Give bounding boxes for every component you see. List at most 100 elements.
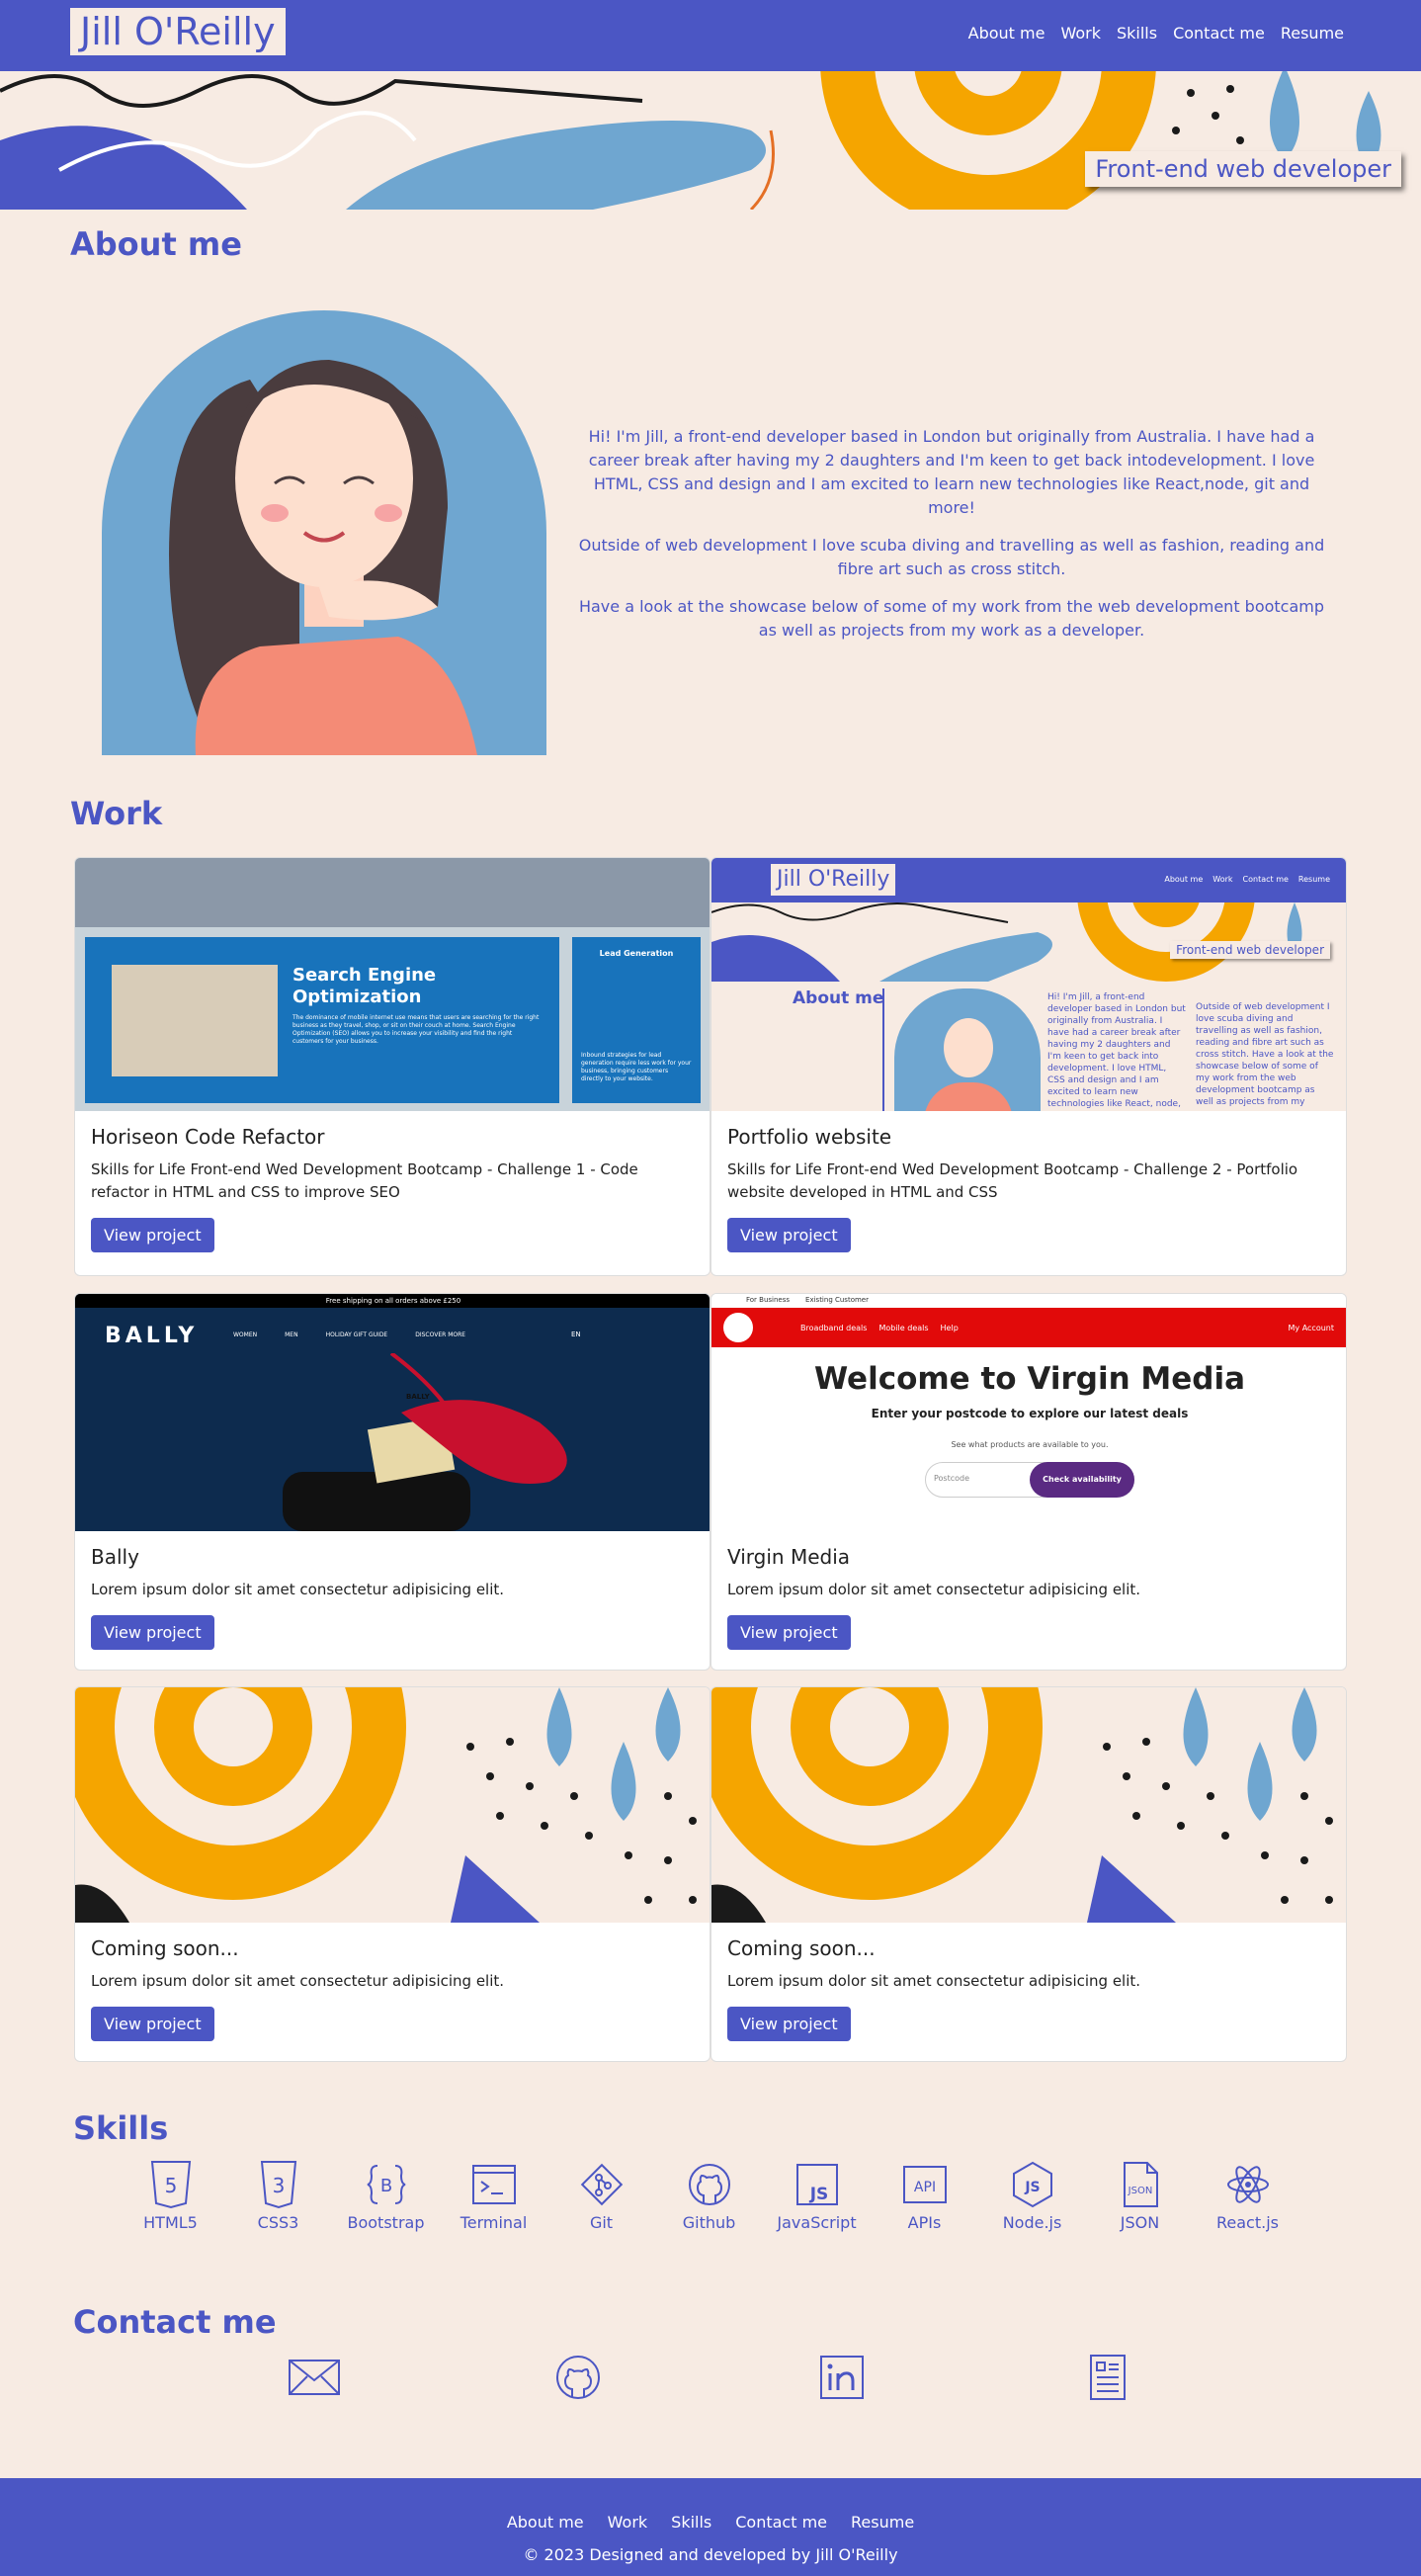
svg-text:3: 3: [272, 2174, 285, 2197]
skill-css3: 3 CSS3: [224, 2160, 332, 2232]
hero-pattern: [0, 71, 1421, 210]
github-icon: [688, 2164, 730, 2205]
skill-json: JSON JSON: [1086, 2160, 1194, 2232]
svg-text:JS: JS: [1024, 2180, 1040, 2195]
skill-label: Terminal: [460, 2213, 528, 2232]
nav-link-contact[interactable]: Contact me: [1173, 24, 1265, 43]
thumb-brand: Jill O'Reilly: [771, 864, 896, 896]
project-title: Bally: [91, 1545, 139, 1569]
nav-link-work[interactable]: Work: [1060, 24, 1101, 43]
email-icon[interactable]: [288, 2355, 341, 2400]
footer-link-skills[interactable]: Skills: [671, 2513, 711, 2532]
virgin-subhead: Enter your postcode to explore our lates…: [871, 1407, 1189, 1420]
about-heading: About me: [70, 225, 242, 263]
project-thumbnail-bally[interactable]: Free shipping on all orders above £250 B…: [75, 1294, 710, 1531]
thumb-nav: About me Work Contact me Resume: [1164, 875, 1330, 884]
thumb-text-1: Hi! I'm Jill, a front-end developer base…: [1047, 992, 1186, 1109]
nav-link-resume[interactable]: Resume: [1281, 24, 1344, 43]
virgin-menu: Broadband deals Mobile deals Help: [800, 1324, 959, 1332]
project-card-coming-soon-1: Coming soon... Lorem ipsum dolor sit ame…: [74, 1686, 710, 2062]
project-description: Skills for Life Front-end Wed Developmen…: [91, 1160, 638, 1201]
html5-icon: 5: [150, 2161, 191, 2209]
view-project-button[interactable]: View project: [727, 2007, 851, 2041]
project-thumbnail-horiseon[interactable]: Search Engine Optimization The dominance…: [75, 858, 710, 1111]
project-thumbnail-coming-soon-1[interactable]: [75, 1687, 710, 1923]
about-paragraph-1: Hi! I'm Jill, a front-end developer base…: [588, 427, 1315, 517]
view-project-button[interactable]: View project: [91, 2007, 214, 2041]
css3-icon: 3: [260, 2161, 296, 2209]
project-description: Lorem ipsum dolor sit amet consectetur a…: [91, 1972, 505, 1990]
footer-link-about[interactable]: About me: [507, 2513, 584, 2532]
lead-title: Lead Generation: [599, 949, 674, 958]
git-icon: [580, 2163, 623, 2206]
resume-icon[interactable]: [1081, 2355, 1134, 2400]
github-icon[interactable]: [551, 2355, 605, 2400]
project-card-virgin: For Business Existing Customer Broadband…: [710, 1293, 1347, 1671]
virgin-note: See what products are available to you.: [951, 1440, 1109, 1449]
virgin-postcode-input: Postcode: [934, 1474, 970, 1483]
nav-link-skills[interactable]: Skills: [1117, 24, 1157, 43]
json-icon: JSON: [1123, 2162, 1158, 2207]
skill-label: JavaScript: [777, 2213, 857, 2232]
project-description: Lorem ipsum dolor sit amet consectetur a…: [727, 1972, 1141, 1990]
brand-logo[interactable]: Jill O'Reilly: [70, 8, 286, 55]
project-thumbnail-portfolio[interactable]: Jill O'Reilly About me Work Contact me R…: [711, 858, 1346, 1111]
seo-text: The dominance of mobile internet use mea…: [293, 1014, 540, 1045]
skill-html5: 5 HTML5: [117, 2160, 224, 2232]
bally-logo: BALLY: [105, 1324, 199, 1348]
top-nav: Jill O'Reilly About me Work Skills Conta…: [0, 0, 1421, 71]
skills-list: 5 HTML5 3 CSS3 B Bootstrap Terminal Git …: [117, 2160, 1301, 2232]
profile-illustration: [102, 310, 546, 755]
skill-label: HTML5: [143, 2213, 198, 2232]
api-icon: API: [902, 2166, 947, 2203]
view-project-button[interactable]: View project: [727, 1615, 851, 1650]
bally-shoe-label: BALLY: [406, 1393, 430, 1401]
bally-nav: WOMEN MEN HOLIDAY GIFT GUIDE DISCOVER MO…: [233, 1331, 466, 1338]
skill-git: Git: [547, 2160, 655, 2232]
skill-label: APIs: [907, 2213, 942, 2232]
skill-label: Github: [682, 2213, 736, 2232]
view-project-button[interactable]: View project: [727, 1218, 851, 1252]
skill-label: Node.js: [1002, 2213, 1062, 2232]
project-title: Horiseon Code Refactor: [91, 1125, 325, 1149]
skill-label: Git: [589, 2213, 614, 2232]
footer-link-contact[interactable]: Contact me: [735, 2513, 827, 2532]
skill-label: Bootstrap: [347, 2213, 425, 2232]
svg-text:API: API: [913, 2180, 935, 2195]
project-title: Virgin Media: [727, 1545, 851, 1569]
project-thumbnail-coming-soon-2[interactable]: [711, 1687, 1346, 1923]
skill-bootstrap: B Bootstrap: [332, 2160, 440, 2232]
project-description: Skills for Life Front-end Wed Developmen…: [727, 1160, 1298, 1201]
project-title: Coming soon...: [727, 1936, 876, 1960]
view-project-button[interactable]: View project: [91, 1615, 214, 1650]
virgin-cta: Check availability: [1030, 1462, 1134, 1498]
project-description: Lorem ipsum dolor sit amet consectetur a…: [91, 1581, 505, 1598]
project-title: Portfolio website: [727, 1125, 892, 1149]
skill-github: Github: [655, 2160, 763, 2232]
footer-links: About me Work Skills Contact me Resume: [0, 2513, 1421, 2532]
view-project-button[interactable]: View project: [91, 1218, 214, 1252]
virgin-account: My Account: [1288, 1324, 1334, 1332]
seo-title: Search Engine Optimization: [293, 965, 437, 1007]
footer-link-resume[interactable]: Resume: [851, 2513, 914, 2532]
about-text: Hi! I'm Jill, a front-end developer base…: [571, 425, 1332, 656]
footer-link-work[interactable]: Work: [608, 2513, 648, 2532]
terminal-icon: [471, 2165, 516, 2204]
thumb-text-2: Outside of web development I love scuba …: [1196, 1002, 1334, 1107]
project-title: Coming soon...: [91, 1936, 239, 1960]
project-card-horiseon: Search Engine Optimization The dominance…: [74, 857, 710, 1276]
project-card-portfolio: Jill O'Reilly About me Work Contact me R…: [710, 857, 1347, 1276]
skill-label: JSON: [1120, 2213, 1160, 2232]
work-heading: Work: [70, 795, 163, 832]
thumb-tagline: Front-end web developer: [1170, 941, 1330, 959]
lead-text: Inbound strategies for lead generation r…: [581, 1052, 692, 1082]
skill-label: CSS3: [257, 2213, 299, 2232]
skill-apis: API APIs: [871, 2160, 978, 2232]
linkedin-icon[interactable]: [815, 2355, 869, 2400]
project-description: Lorem ipsum dolor sit amet consectetur a…: [727, 1581, 1141, 1598]
project-thumbnail-virgin[interactable]: For Business Existing Customer Broadband…: [711, 1294, 1346, 1531]
skill-label: React.js: [1216, 2213, 1279, 2232]
project-card-coming-soon-2: Coming soon... Lorem ipsum dolor sit ame…: [710, 1686, 1347, 2062]
nav-link-about[interactable]: About me: [968, 24, 1045, 43]
svg-text:JSON: JSON: [1127, 2186, 1152, 2196]
